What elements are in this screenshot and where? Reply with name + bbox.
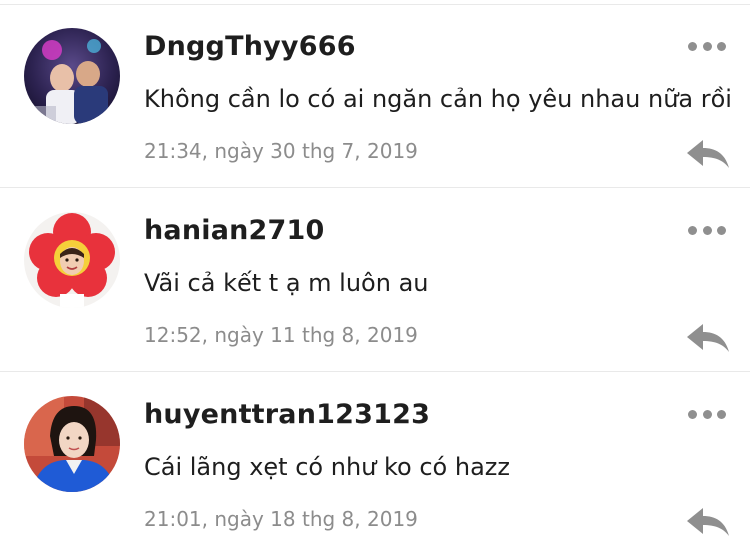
reply-arrow-icon: [687, 324, 729, 352]
reply-arrow-icon: [687, 140, 729, 168]
comment-text: Không cần lo có ai ngăn cản họ yêu nhau …: [144, 85, 732, 113]
user-photo-avatar-image: [24, 396, 120, 492]
comment-item: DnggThyy666 Không cần lo có ai ngăn cản …: [0, 5, 750, 188]
username[interactable]: DnggThyy666: [144, 31, 356, 62]
more-options-icon-dot: [702, 225, 712, 235]
more-options-icon-dot: [717, 225, 726, 235]
more-options-icon-dot: [717, 409, 726, 419]
more-options-button[interactable]: [684, 217, 730, 243]
reply-button[interactable]: [685, 321, 731, 355]
more-options-icon-dot: [702, 409, 712, 419]
more-options-icon: [688, 41, 697, 51]
more-options-icon: [688, 409, 697, 419]
comment-text: Vãi cả kết t ạ m luôn au: [144, 269, 429, 297]
timestamp: 21:34, ngày 30 thg 7, 2019: [144, 139, 418, 163]
divider: [0, 371, 750, 372]
avatar[interactable]: [24, 396, 120, 492]
comment-item: hanian2710 Vãi cả kết t ạ m luôn au 12:5…: [0, 189, 750, 372]
divider: [0, 187, 750, 188]
comment-text: Cái lãng xẹt có như ko có hazz: [144, 453, 510, 481]
username[interactable]: hanian2710: [144, 215, 325, 246]
more-options-icon-dot: [702, 41, 712, 51]
timestamp: 12:52, ngày 11 thg 8, 2019: [144, 323, 418, 347]
username[interactable]: huyenttran123123: [144, 399, 430, 430]
comment-item: huyenttran123123 Cái lãng xẹt có như ko …: [0, 373, 750, 556]
reply-button[interactable]: [685, 137, 731, 171]
reply-arrow-icon: [687, 508, 729, 536]
more-options-button[interactable]: [684, 33, 730, 59]
more-options-icon: [688, 225, 697, 235]
more-options-icon-dot: [717, 41, 726, 51]
more-options-button[interactable]: [684, 401, 730, 427]
avatar[interactable]: [24, 212, 120, 308]
avatar[interactable]: [24, 28, 120, 124]
user-photo-avatar-image: [24, 28, 120, 124]
timestamp: 21:01, ngày 18 thg 8, 2019: [144, 507, 418, 531]
reply-button[interactable]: [685, 505, 731, 539]
flower-costume-avatar-image: [24, 212, 120, 308]
